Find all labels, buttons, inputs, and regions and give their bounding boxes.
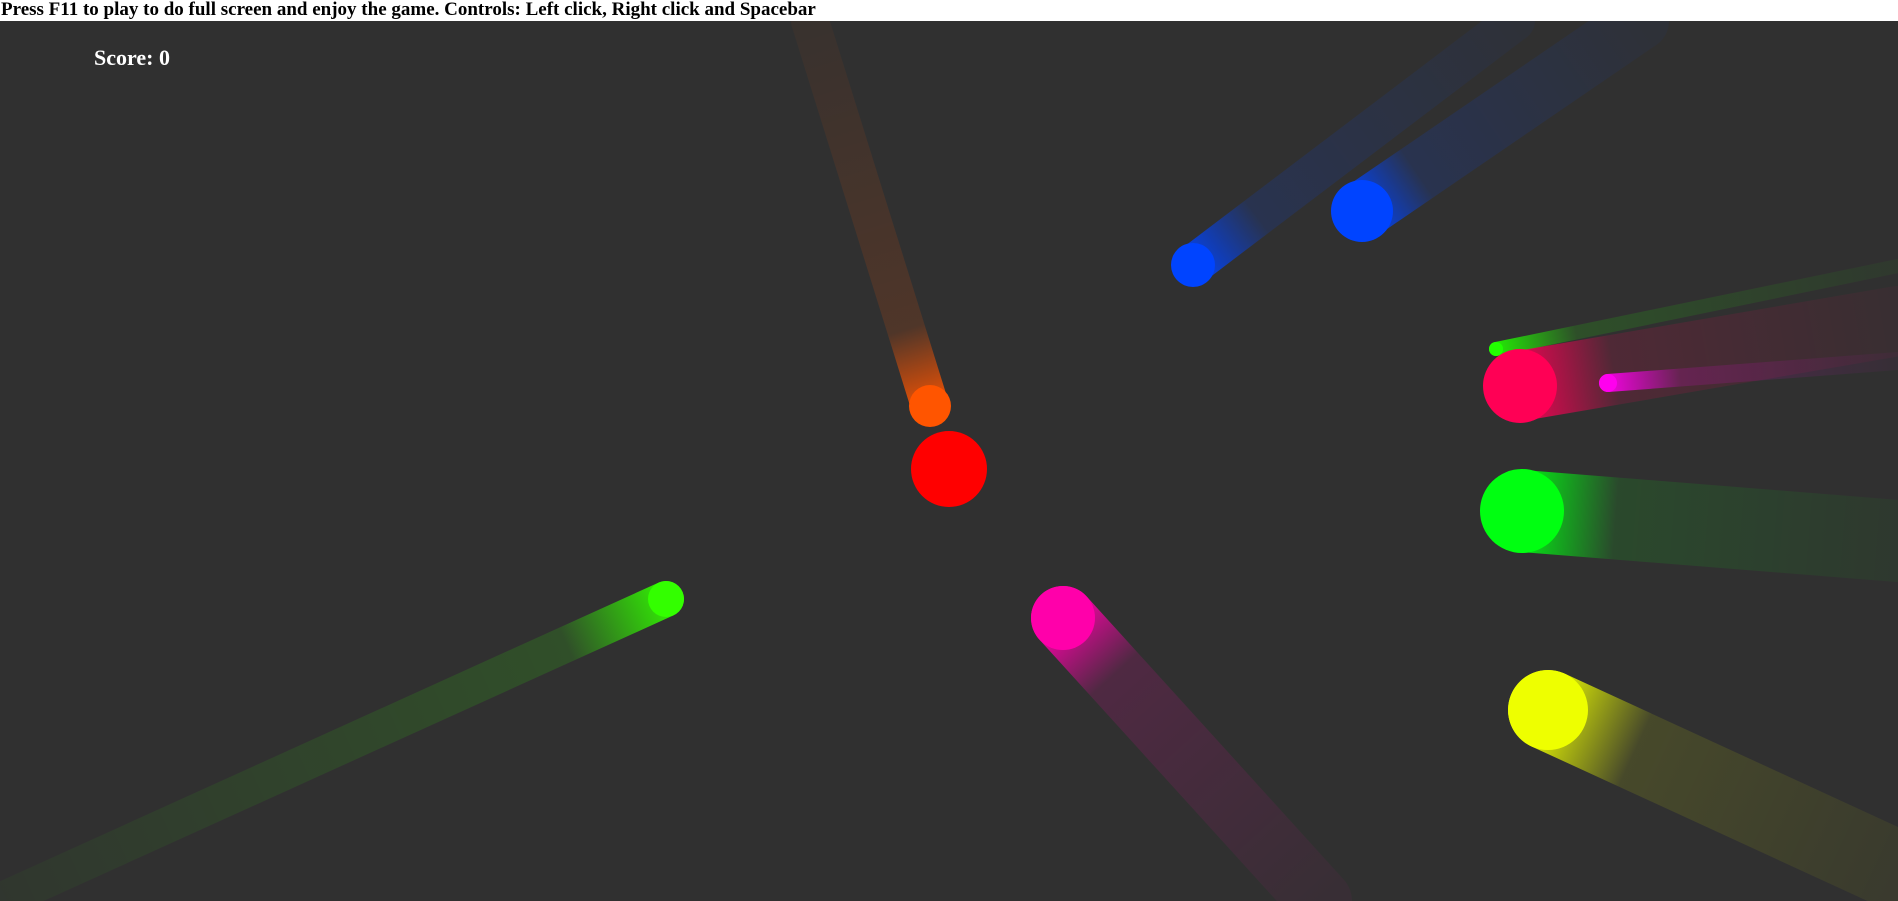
enemy-ball-orange: [909, 385, 951, 427]
green-left-trail: [0, 581, 684, 901]
pink-trail: [1031, 586, 1352, 901]
game-canvas[interactable]: Score: 0: [0, 21, 1898, 901]
enemy-ball-pink: [1031, 586, 1095, 650]
enemy-ball-yellow: [1508, 670, 1588, 750]
player-ball[interactable]: [911, 431, 987, 507]
enemy-ball-green-small: [1489, 342, 1503, 356]
enemy-ball-green-large: [1480, 469, 1564, 553]
game-scene: [0, 21, 1898, 901]
enemy-ball-crimson: [1483, 349, 1557, 423]
orange-trail: [791, 21, 949, 425]
enemy-ball-green-left: [648, 581, 684, 617]
enemy-ball-blue-large: [1331, 180, 1393, 242]
score-display: Score: 0: [94, 45, 170, 70]
yellow-trail: [1508, 670, 1898, 901]
green-large-trail: [1481, 470, 1898, 582]
enemy-ball-blue-small: [1171, 243, 1215, 287]
instructions-text: Press F11 to play to do full screen and …: [0, 0, 1898, 21]
enemy-ball-magenta-small: [1599, 374, 1617, 392]
